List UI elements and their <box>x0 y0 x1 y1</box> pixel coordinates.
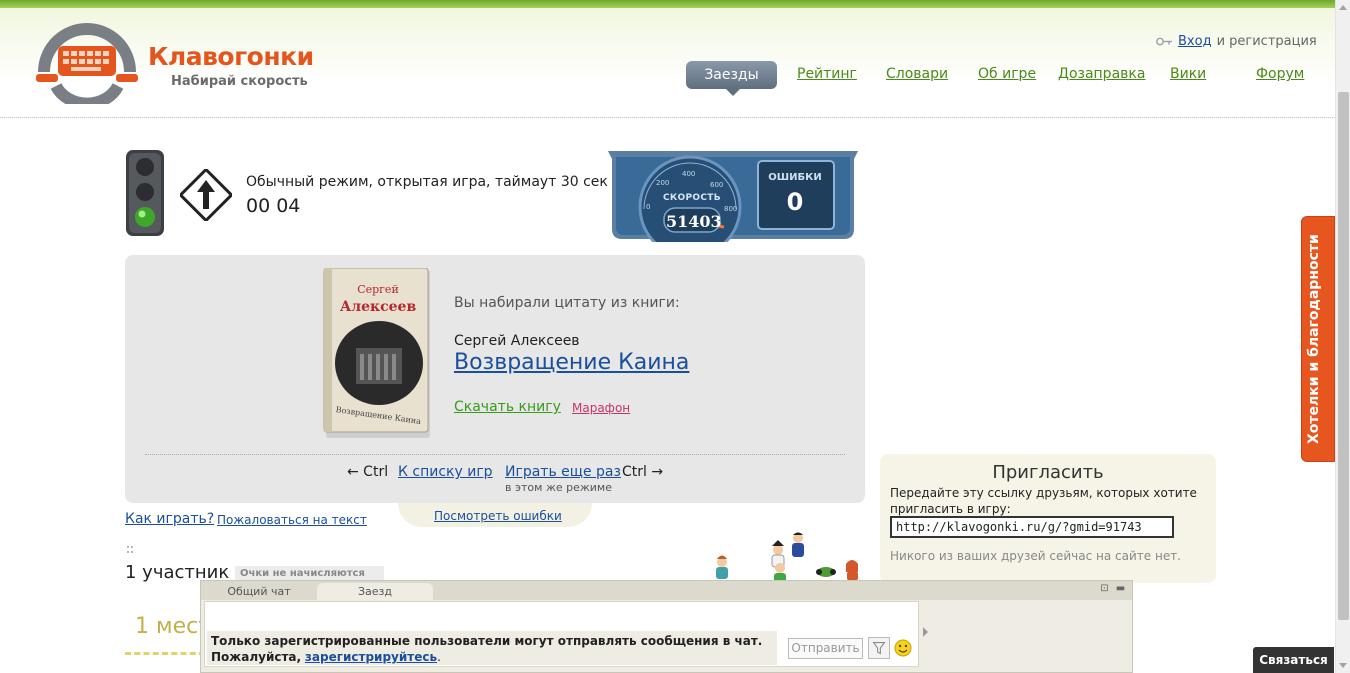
chat-panel: Общий чат Заезд ⊡ ▬ Только зарегистриров… <box>200 580 1133 673</box>
racer-avatar <box>792 532 804 557</box>
page-scrollbar[interactable] <box>1335 0 1350 673</box>
smiley-icon[interactable] <box>894 639 912 657</box>
quote-separator <box>145 454 845 455</box>
steering-wheel-logo-icon <box>36 23 138 104</box>
place-progress-line <box>125 652 205 655</box>
chat-pin-icon[interactable]: ⊡ <box>1099 584 1110 595</box>
invite-text: Передайте эту ссылку друзьям, которых хо… <box>890 486 1197 516</box>
racer-avatar <box>816 567 836 577</box>
nav-item-races[interactable]: Заезды <box>686 61 777 96</box>
race-timer: 00 04 <box>246 195 301 217</box>
racer-avatar <box>846 560 858 581</box>
race-mode-text: Обычный режим, открытая игра, таймаут 30… <box>246 174 608 190</box>
quote-panel <box>125 255 865 503</box>
view-errors-link[interactable]: Посмотреть ошибки <box>434 509 562 523</box>
tab-race-chat[interactable]: Заезд <box>317 583 433 600</box>
nav-item-rating[interactable]: Рейтинг <box>797 66 857 82</box>
same-mode-hint: в этом же режиме <box>505 481 612 494</box>
nav-item-refuel[interactable]: Дозаправка <box>1058 66 1145 82</box>
site-logo[interactable]: Клавогонки Набирай скорость <box>30 20 320 110</box>
book-title-link[interactable]: Возвращение Каина <box>454 350 689 375</box>
no-score-badge: Очки не начисляются <box>235 566 384 581</box>
book-author: Сергей Алексеев <box>454 333 580 349</box>
errors-value: 0 <box>786 188 804 216</box>
chat-tabbar: Общий чат Заезд ⊡ ▬ <box>201 581 1132 600</box>
no-friends-text: Никого из ваших друзей сейчас на сайте н… <box>890 549 1181 563</box>
scroll-up-arrow-icon[interactable] <box>1339 5 1347 10</box>
racer-avatar <box>771 540 786 583</box>
nav-item-wiki[interactable]: Вики <box>1170 66 1206 82</box>
contact-button[interactable]: Связаться <box>1253 647 1334 673</box>
chat-notice-text: Только зарегистрированные пользователи м… <box>211 634 763 664</box>
game-list-link[interactable]: К списку игр <box>398 464 493 480</box>
download-book-link[interactable]: Скачать книгу <box>454 399 561 415</box>
nav-item-about[interactable]: Об игре <box>978 66 1036 82</box>
road-sign-arrow-icon <box>180 169 232 221</box>
register-text: и регистрация <box>1216 34 1317 49</box>
racers-avatars-illustration <box>716 532 858 583</box>
chat-expand-arrow-icon[interactable] <box>923 627 928 637</box>
scroll-thumb[interactable] <box>1338 92 1349 620</box>
wishes-feedback-label: Хотелки и благодарности <box>1306 234 1322 444</box>
site-header: Клавогонки Набирай скорость Вход и регис… <box>0 8 1335 118</box>
speed-label: СКОРОСТЬ <box>663 193 721 203</box>
speed-value: 51403 <box>666 212 722 231</box>
speed-tick-400: 400 <box>682 170 695 178</box>
tab-general-chat[interactable]: Общий чат <box>201 583 317 600</box>
marathon-link[interactable]: Марафон <box>572 401 630 415</box>
invite-url-field[interactable] <box>890 516 1174 538</box>
logo-tagline: Набирай скорость <box>171 74 308 89</box>
login-area: Вход и регистрация <box>1156 34 1317 49</box>
register-link[interactable]: зарегистрируйтесь <box>305 650 437 664</box>
play-again-link[interactable]: Играть еще раз <box>505 464 621 480</box>
racer-avatar <box>716 555 728 579</box>
invite-title: Пригласить <box>992 462 1104 483</box>
chat-minimize-icon[interactable]: ▬ <box>1115 584 1126 595</box>
main-nav: Заезды Рейтинг Словари Об игре Дозаправк… <box>686 60 1306 100</box>
speed-tick-200: 200 <box>656 179 669 187</box>
errors-label: ОШИБКИ <box>768 172 822 183</box>
book-cover-image[interactable]: Сергей Алексеев Возвращение Каина <box>322 268 432 440</box>
chat-register-notice: Только зарегистрированные пользователи м… <box>207 631 777 665</box>
nav-item-dictionaries[interactable]: Словари <box>886 66 948 82</box>
speed-tick-800: 800 <box>724 205 737 213</box>
login-link[interactable]: Вход <box>1178 34 1212 49</box>
filter-icon[interactable] <box>868 637 890 659</box>
speed-tick-0: 0 <box>646 203 650 211</box>
cover-author-first: Сергей <box>357 283 399 296</box>
cover-author-last: Алексеев <box>340 299 417 315</box>
chat-send-button[interactable]: Отправить <box>788 638 863 659</box>
ctrl-back-hint: ← Ctrl <box>347 464 389 480</box>
scroll-down-arrow-icon[interactable] <box>1339 663 1347 668</box>
header-grass-strip <box>0 0 1335 8</box>
key-icon <box>1156 37 1172 46</box>
ctrl-forward-hint: Ctrl → <box>622 464 664 480</box>
traffic-light-icon <box>126 150 164 236</box>
nav-item-forum[interactable]: Форум <box>1256 66 1304 82</box>
drag-handle-icon[interactable] <box>127 546 139 554</box>
speed-tick-600: 600 <box>710 181 723 189</box>
quote-heading: Вы набирали цитату из книги: <box>454 295 680 311</box>
how-to-play-link[interactable]: Как играть? <box>125 511 214 527</box>
complain-text-link[interactable]: Пожаловаться на текст <box>217 513 367 527</box>
logo-title: Клавогонки <box>148 42 314 71</box>
chat-notice-end: . <box>437 650 441 664</box>
